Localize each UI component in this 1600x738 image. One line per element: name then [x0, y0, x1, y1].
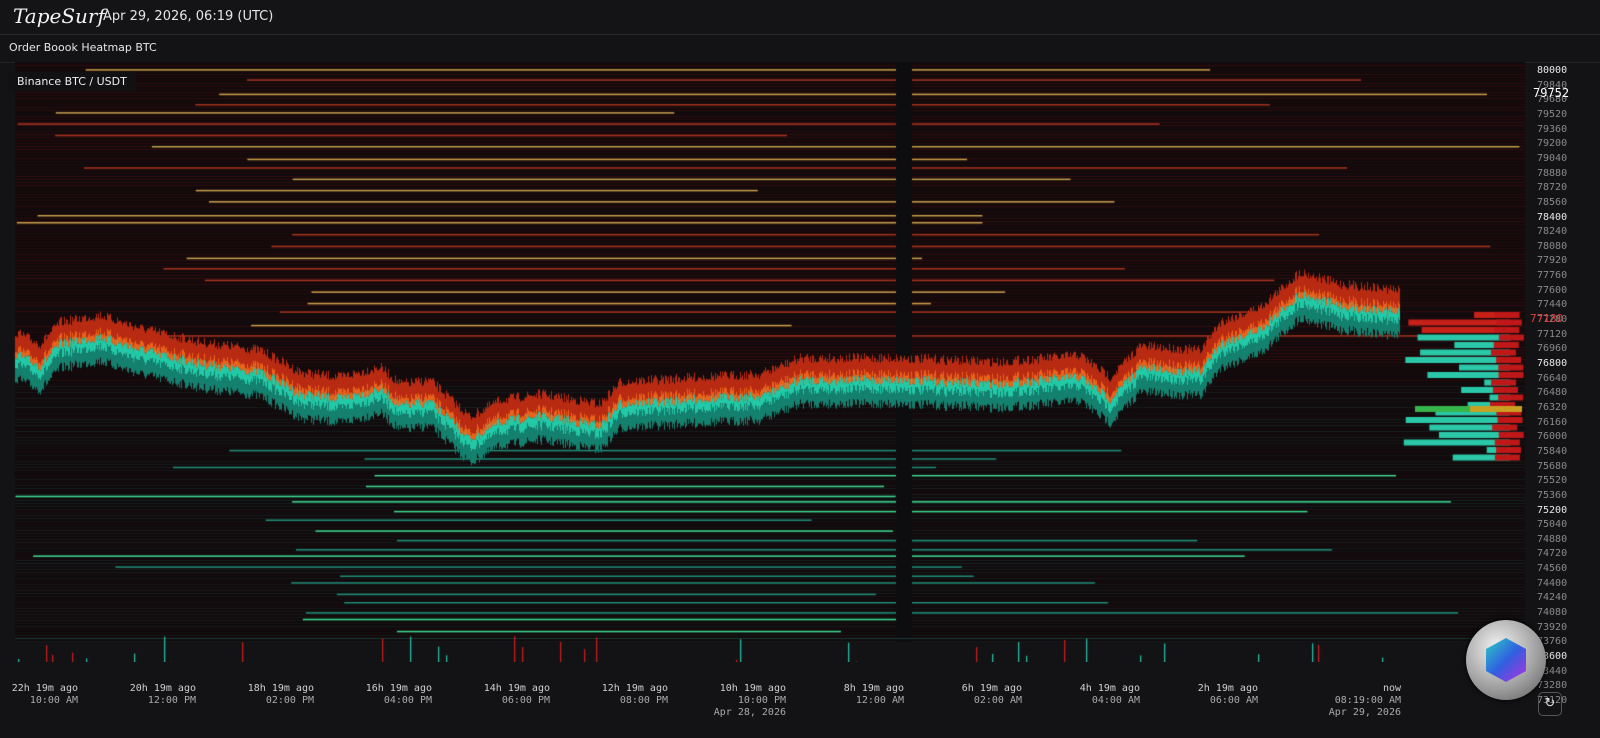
top-bar: TapeSurf Apr 29, 2026, 06:19 (UTC): [0, 0, 1600, 35]
price-tick-label: 77120: [1537, 328, 1568, 340]
coin-logo: [1466, 620, 1546, 700]
time-tick-ago: 8h 19m ago: [843, 683, 904, 694]
price-tick-label: 75200: [1537, 504, 1568, 516]
time-tick-time: 08:00 PM: [619, 695, 668, 706]
crosshair-price-label: 79752: [1533, 86, 1570, 100]
price-tick-label: 79360: [1537, 123, 1568, 135]
price-tick-label: 76480: [1537, 387, 1568, 399]
time-tick-ago: now: [1382, 683, 1401, 694]
time-tick-ago: 10h 19m ago: [719, 683, 786, 694]
price-tick-label: 76800: [1537, 358, 1568, 369]
time-tick-time: 10:00 AM: [29, 695, 78, 706]
price-tick-label: 77440: [1537, 299, 1568, 311]
time-tick-ago: 16h 19m ago: [365, 683, 432, 694]
time-tick-time: 04:00 AM: [1091, 695, 1140, 706]
time-tick-date: Apr 29, 2026: [1328, 707, 1401, 718]
price-tick-label: 79200: [1537, 138, 1568, 150]
price-tick-label: 75680: [1537, 460, 1568, 472]
time-tick-time: 06:00 AM: [1209, 695, 1258, 706]
time-tick-time: 06:00 PM: [501, 695, 550, 706]
time-tick-label: 16h 19m ago 04:00 PM: [322, 683, 432, 707]
time-tick-label: 18h 19m ago 02:00 PM: [204, 683, 314, 707]
time-tick-ago: 22h 19m ago: [11, 683, 78, 694]
price-tick-label: 77600: [1537, 284, 1568, 296]
time-tick-label: 2h 19m ago 06:00 AM: [1148, 683, 1258, 707]
price-tick-label: 78400: [1537, 211, 1568, 223]
price-tick-label: 74240: [1537, 592, 1568, 604]
time-tick-time: 12:00 PM: [147, 695, 196, 706]
time-tick-label: 22h 19m ago 10:00 AM: [0, 683, 78, 707]
panel-header: Order Boook Heatmap BTC: [0, 35, 1600, 63]
price-tick-label: 79520: [1537, 108, 1568, 120]
time-tick-label: 12h 19m ago 08:00 PM: [558, 683, 668, 707]
price-tick-label: 76160: [1537, 416, 1568, 428]
price-tick-label: 75040: [1537, 519, 1568, 531]
time-tick-time: 04:00 PM: [383, 695, 432, 706]
current-datetime: Apr 29, 2026, 06:19 (UTC): [103, 9, 274, 24]
price-tick-label: 74880: [1537, 533, 1568, 545]
price-tick-label: 78080: [1537, 240, 1568, 252]
price-tick-label: 73280: [1537, 680, 1568, 692]
time-tick-ago: 14h 19m ago: [483, 683, 550, 694]
price-tick-label: 74560: [1537, 563, 1568, 575]
time-tick-ago: 20h 19m ago: [129, 683, 196, 694]
price-tick-label: 75520: [1537, 475, 1568, 487]
price-tick-label: 78560: [1537, 196, 1568, 208]
time-tick-date: Apr 28, 2026: [713, 707, 786, 718]
last-price-label: 77180: [1530, 312, 1564, 325]
time-tick-ago: 6h 19m ago: [961, 683, 1022, 694]
price-tick-label: 78240: [1537, 226, 1568, 238]
time-tick-ago: 4h 19m ago: [1079, 683, 1140, 694]
price-tick-label: 73920: [1537, 621, 1568, 633]
price-tick-label: 74080: [1537, 607, 1568, 619]
time-tick-label: 8h 19m ago 12:00 AM: [794, 683, 904, 707]
price-tick-label: 79040: [1537, 152, 1568, 164]
panel-title: Order Boook Heatmap BTC: [9, 41, 157, 54]
price-tick-label: 78720: [1537, 182, 1568, 194]
trading-pair-label: Binance BTC / USDT: [8, 72, 136, 91]
price-tick-label: 76000: [1537, 431, 1568, 443]
time-tick-label: now 08:19:00 AM Apr 29, 2026: [1291, 683, 1401, 719]
time-tick-label: 20h 19m ago 12:00 PM: [86, 683, 196, 707]
price-tick-label: 76640: [1537, 372, 1568, 384]
price-tick-label: 74720: [1537, 548, 1568, 560]
time-tick-time: 10:00 PM: [737, 695, 786, 706]
time-tick-time: 08:19:00 AM: [1334, 695, 1401, 706]
time-tick-ago: 12h 19m ago: [601, 683, 668, 694]
price-tick-label: 76320: [1537, 401, 1568, 413]
price-tick-label: 75360: [1537, 489, 1568, 501]
refresh-icon[interactable]: ↻: [1538, 692, 1562, 716]
price-tick-label: 74400: [1537, 577, 1568, 589]
time-tick-label: 4h 19m ago 04:00 AM: [1030, 683, 1140, 707]
time-tick-time: 12:00 AM: [855, 695, 904, 706]
price-tick-label: 78880: [1537, 167, 1568, 179]
time-tick-label: 6h 19m ago 02:00 AM: [912, 683, 1022, 707]
price-tick-label: 77920: [1537, 255, 1568, 267]
app-logo[interactable]: TapeSurf: [13, 4, 105, 28]
time-tick-time: 02:00 PM: [265, 695, 314, 706]
time-tick-label: 14h 19m ago 06:00 PM: [440, 683, 550, 707]
time-tick-ago: 18h 19m ago: [247, 683, 314, 694]
time-tick-time: 02:00 AM: [973, 695, 1022, 706]
price-tick-label: 76960: [1537, 343, 1568, 355]
price-tick-label: 80000: [1537, 65, 1568, 76]
time-tick-label: 10h 19m ago 10:00 PM Apr 28, 2026: [676, 683, 786, 719]
price-tick-label: 77760: [1537, 270, 1568, 282]
orderbook-heatmap[interactable]: [0, 62, 1600, 662]
time-tick-ago: 2h 19m ago: [1197, 683, 1258, 694]
price-tick-label: 75840: [1537, 445, 1568, 457]
